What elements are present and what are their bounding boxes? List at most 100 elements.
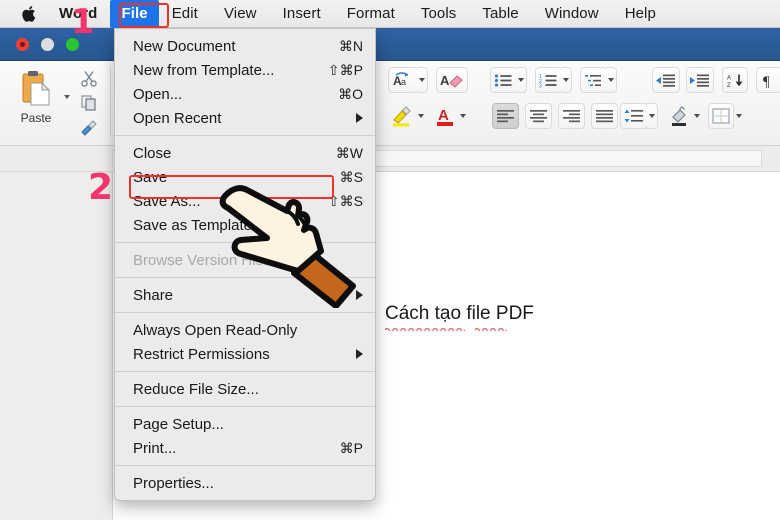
copy-icon[interactable]: [74, 91, 104, 115]
increase-indent-icon[interactable]: [686, 67, 714, 93]
zoom-window-button[interactable]: [66, 38, 79, 51]
svg-text:A: A: [438, 107, 449, 124]
menu-item-save[interactable]: Save ⌘S: [115, 165, 375, 189]
spellcheck-underline-2: [475, 327, 507, 331]
menu-item-new-document[interactable]: New Document ⌘N: [115, 34, 375, 58]
numbered-list-dropdown[interactable]: [561, 67, 572, 93]
macos-menu-table[interactable]: Table: [469, 0, 531, 28]
clear-formatting-icon[interactable]: A: [436, 67, 468, 93]
sort-icon[interactable]: A Z: [722, 67, 748, 93]
apple-logo-icon[interactable]: [22, 5, 38, 23]
macos-menu-word[interactable]: Word: [46, 0, 110, 28]
paste-dropdown-caret-icon[interactable]: [64, 95, 70, 99]
screenshot-root: Word File Edit View Insert Format Tools Table Wi…: [0, 0, 780, 520]
align-right-icon[interactable]: [558, 103, 585, 129]
window-traffic-lights: [16, 38, 79, 51]
paragraph-marks-icon[interactable]: ¶: [756, 67, 780, 93]
macos-menu-view[interactable]: View: [211, 0, 270, 28]
svg-text:A: A: [727, 75, 731, 81]
menu-item-shortcut: ⌘S: [339, 168, 363, 185]
menu-item-properties[interactable]: Properties...: [115, 471, 375, 495]
menu-item-open[interactable]: Open... ⌘O: [115, 82, 375, 106]
line-spacing-dropdown[interactable]: [647, 103, 658, 129]
menu-item-label: New Document: [133, 37, 236, 55]
submenu-arrow-icon: [356, 290, 363, 300]
document-body-text[interactable]: Cách tạo file PDF: [385, 303, 534, 325]
menu-item-share[interactable]: Share: [115, 283, 375, 307]
menu-item-shortcut: ⇧⌘P: [327, 61, 363, 78]
svg-text:¶: ¶: [763, 74, 770, 88]
menu-item-label: Properties...: [133, 474, 214, 492]
menu-item-label: Save as Template...: [133, 216, 265, 234]
font-color-icon[interactable]: A: [432, 103, 458, 129]
menu-item-label: Open Recent: [133, 109, 222, 127]
bullet-list-icon[interactable]: [490, 67, 517, 93]
change-case-icon[interactable]: A a: [388, 67, 418, 93]
menu-item-label: Save: [133, 168, 168, 186]
align-left-icon[interactable]: [492, 103, 519, 129]
multilevel-list-dropdown[interactable]: [606, 67, 617, 93]
borders-dropdown[interactable]: [733, 103, 744, 129]
shading-icon[interactable]: [666, 103, 692, 129]
menu-item-browse-version-history: Browse Version History...: [115, 248, 375, 272]
menu-separator: [115, 371, 375, 372]
clipboard-small-commands: [74, 67, 104, 139]
clipboard-paste-icon: [19, 69, 53, 109]
paste-button-label: Paste: [20, 111, 52, 125]
menu-item-reduce-file-size[interactable]: Reduce File Size...: [115, 377, 375, 401]
text-highlight-icon[interactable]: [388, 103, 416, 129]
menu-item-new-from-template[interactable]: New from Template... ⇧⌘P: [115, 58, 375, 82]
file-dropdown-menu[interactable]: New Document ⌘N New from Template... ⇧⌘P Ope…: [114, 28, 376, 501]
menu-item-shortcut: ⌘O: [338, 85, 363, 102]
macos-menu-bar: Word File Edit View Insert Format Tools Table Wi…: [0, 0, 780, 28]
macos-menu-file[interactable]: File: [110, 0, 159, 28]
menu-item-label: Save As...: [133, 192, 201, 210]
ribbon-group-highlight: A: [388, 103, 468, 129]
macos-menu-edit[interactable]: Edit: [159, 0, 211, 28]
scissors-cut-icon[interactable]: [74, 67, 104, 91]
font-color-dropdown[interactable]: [457, 103, 468, 129]
menu-item-page-setup[interactable]: Page Setup...: [115, 412, 375, 436]
menu-separator: [115, 242, 375, 243]
menu-item-label: Always Open Read-Only: [133, 321, 298, 339]
numbered-list-icon[interactable]: 1 2 3: [535, 67, 562, 93]
format-painter-icon[interactable]: [74, 115, 104, 139]
menu-item-open-recent[interactable]: Open Recent: [115, 106, 375, 130]
macos-menu-tools[interactable]: Tools: [408, 0, 470, 28]
menu-item-close[interactable]: Close ⌘W: [115, 141, 375, 165]
paste-button[interactable]: Paste: [10, 65, 62, 141]
menu-item-shortcut: ⌘W: [335, 144, 363, 161]
line-spacing-icon[interactable]: [620, 103, 648, 129]
shading-dropdown[interactable]: [691, 103, 702, 129]
macos-menu-format[interactable]: Format: [334, 0, 408, 28]
menu-item-label: Print...: [133, 439, 177, 457]
menu-item-label: Page Setup...: [133, 415, 224, 433]
macos-menu-insert[interactable]: Insert: [270, 0, 334, 28]
menu-item-save-as-template[interactable]: Save as Template...: [115, 213, 375, 237]
menu-separator: [115, 406, 375, 407]
svg-text:A: A: [440, 73, 450, 88]
macos-menu-help[interactable]: Help: [612, 0, 669, 28]
change-case-dropdown[interactable]: [417, 67, 428, 93]
menu-item-shortcut: ⇧⌘S: [327, 192, 363, 209]
menu-item-print[interactable]: Print... ⌘P: [115, 436, 375, 460]
macos-menu-window[interactable]: Window: [532, 0, 612, 28]
minimize-window-button[interactable]: [41, 38, 54, 51]
menu-item-restrict-permissions[interactable]: Restrict Permissions: [115, 342, 375, 366]
menu-item-always-open-read-only[interactable]: Always Open Read-Only: [115, 318, 375, 342]
align-justify-icon[interactable]: [591, 103, 618, 129]
multilevel-list-icon[interactable]: [580, 67, 607, 93]
highlight-color-dropdown[interactable]: [415, 103, 426, 129]
svg-text:3: 3: [539, 83, 542, 88]
borders-icon[interactable]: [708, 103, 734, 129]
spellcheck-underline-1: [385, 327, 465, 331]
ribbon-group-font-effects: A a A: [388, 67, 468, 93]
decrease-indent-icon[interactable]: [652, 67, 680, 93]
ribbon-group-spacing: [620, 103, 744, 129]
ribbon-divider: [110, 67, 111, 137]
align-center-icon[interactable]: [525, 103, 552, 129]
menu-item-save-as[interactable]: Save As... ⇧⌘S: [115, 189, 375, 213]
menu-item-label: Browse Version History...: [133, 251, 300, 269]
close-window-button[interactable]: [16, 38, 29, 51]
bullet-list-dropdown[interactable]: [516, 67, 527, 93]
